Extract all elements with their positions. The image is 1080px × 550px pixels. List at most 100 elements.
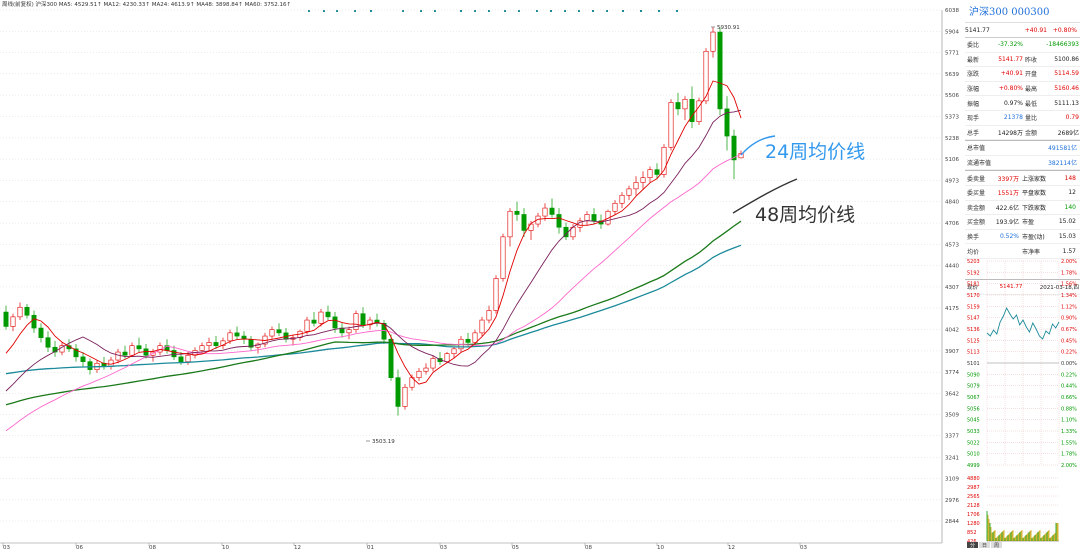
mini-right-tick: 0.22% [1061, 350, 1077, 356]
stat-row-label: 委买量 [967, 190, 986, 198]
mini-right-tick: 1.78% [1061, 270, 1077, 276]
mini-left-tick: 5056 [967, 406, 980, 412]
quote-row-value: 14298万 [997, 129, 1023, 137]
x-tick-label: 08 [149, 545, 156, 550]
y-tick-label: 4840 [945, 200, 959, 206]
quote-row: 涨幅 +0.80% 最高 5160.46 [965, 82, 1080, 97]
mini-left-tick: 5203 [967, 259, 980, 265]
intraday-mini-chart[interactable]: 5203 2.00% 5192 1.78% 5181 1.56% 5170 1.34% 5159… [965, 258, 1080, 548]
mini-right-tick: 0.88% [1061, 406, 1077, 412]
x-tick-label: 12 [728, 545, 735, 550]
y-tick-label: 2976 [945, 498, 959, 504]
stat-row-label: 换手 [967, 234, 980, 242]
marker-dot [676, 10, 678, 12]
mini-left-tick: 4999 [967, 463, 980, 469]
mini-left-tick: 5113 [967, 350, 980, 356]
x-tick-label: 06 [76, 545, 83, 550]
marker-dot [658, 10, 660, 12]
x-tick-label: 12 [294, 545, 301, 550]
cap-rows: 总市值 491581亿 流通市值 382114亿 [965, 140, 1080, 171]
mini-right-tick: 2.00% [1061, 259, 1077, 265]
x-tick-label: 10 [657, 545, 664, 550]
tab-1[interactable]: 日 [979, 542, 990, 548]
quote-rows: 委比 -37.32% -18466393 最新 5141.77 昨收 5100.86 涨跌 +4… [965, 38, 1080, 141]
vol-tick: 2987 [967, 485, 980, 491]
stat-row-value2: 15.03 [1058, 233, 1076, 241]
candle[interactable] [402, 384, 408, 410]
quote-row-label: 涨跌 [967, 71, 980, 79]
marker-dot [578, 10, 580, 12]
quote-row: 涨跌 +40.91 开盘 5114.59 [965, 67, 1080, 82]
candle[interactable] [500, 233, 506, 282]
marker-dot [550, 10, 552, 12]
stat-row-label: 买金额 [967, 219, 986, 227]
y-tick-label: 5373 [945, 114, 959, 120]
stat-row-value: 3397万 [997, 175, 1019, 183]
stat-row-label: 均价 [967, 248, 980, 256]
price-change: +40.91 [1024, 26, 1047, 34]
index-title: 沪深300 000300 [969, 7, 1050, 18]
mini-right-tick: 0.00% [1061, 361, 1077, 367]
ma-legend: 周线(前复权) 沪深300 MA5: 4529.51↑ MA12: 4230.3… [2, 0, 291, 8]
y-tick-label: 5771 [945, 51, 959, 57]
x-tick-label: 03 [3, 545, 10, 550]
candle[interactable] [668, 99, 674, 151]
stat-row: 委卖量 3397万 上涨家数 148 [965, 171, 1080, 186]
stat-row-label2: 上涨家数 [1022, 175, 1047, 183]
mini-left-tick: 5170 [967, 293, 980, 299]
cap-row-label: 流通市值 [967, 160, 992, 168]
x-tick-label: 10 [222, 545, 229, 550]
quote-row-value: -37.32% [997, 41, 1023, 49]
mini-right-tick: 0.66% [1061, 395, 1077, 401]
marker-dot [504, 10, 506, 12]
vol-tick: 2128 [967, 503, 980, 509]
tab-2[interactable]: 周 [991, 542, 1002, 548]
quote-row-value: 21378 [1003, 114, 1023, 122]
stat-row-value: 422.6亿 [995, 204, 1019, 212]
cap-row-value: 382114亿 [1048, 160, 1077, 168]
vol-tick: 2565 [967, 494, 980, 500]
marker-dot [488, 10, 490, 12]
stat-row-label2: 市盈 [1022, 219, 1035, 227]
marker-dot [402, 10, 404, 12]
quote-row-label: 总手 [967, 129, 980, 137]
stat-row-value: 193.9亿 [995, 219, 1019, 227]
vol-tick: 4880 [967, 476, 980, 482]
y-tick-label: 4440 [945, 264, 959, 270]
tab-0[interactable]: 分 [967, 542, 978, 548]
y-tick-label: 5904 [945, 29, 959, 35]
mini-left-tick: 5067 [967, 395, 980, 401]
y-tick-label: 4706 [945, 221, 959, 227]
stat-row-value2: 15.02 [1058, 218, 1076, 226]
quote-row-label2: 开盘 [1025, 71, 1038, 79]
stat-row-value2: 12 [1068, 189, 1076, 197]
quote-row-label: 现手 [967, 115, 980, 123]
tab-label[interactable]: 分 [970, 542, 975, 548]
mini-left-tick: 5136 [967, 327, 980, 333]
quote-row-label: 涨幅 [967, 86, 980, 94]
mini-right-tick: 1.78% [1061, 452, 1077, 458]
candle[interactable] [696, 97, 702, 125]
quote-row-label: 最新 [967, 56, 980, 64]
stat-row-label2: 平盘家数 [1022, 190, 1047, 198]
x-tick-label: 01 [367, 545, 374, 550]
mini-left-tick: 5147 [967, 316, 980, 322]
tab-label[interactable]: 周 [994, 543, 999, 548]
mini-right-tick: 2.00% [1061, 463, 1077, 469]
quote-row-label2: 昨收 [1025, 56, 1038, 64]
mini-right-tick: 1.10% [1061, 418, 1077, 424]
y-tick-label: 3774 [945, 370, 959, 376]
candle[interactable] [353, 310, 359, 333]
y-tick-label: 3642 [945, 391, 959, 397]
candlestick-chart[interactable]: 周线(前复权) 沪深300 MA5: 4529.51↑ MA12: 4230.3… [0, 0, 965, 550]
mini-right-tick: 1.12% [1061, 304, 1077, 310]
candle[interactable] [493, 275, 499, 314]
mini-right-tick: 0.22% [1061, 372, 1077, 378]
y-tick-label: 4973 [945, 178, 959, 184]
tab-label[interactable]: 日 [982, 543, 987, 548]
candle[interactable] [717, 27, 723, 116]
mini-left-tick: 5045 [967, 418, 980, 424]
mini-left-tick: 5022 [967, 440, 980, 446]
marker-dot [592, 10, 594, 12]
stat-row-value2: 148 [1064, 174, 1076, 182]
